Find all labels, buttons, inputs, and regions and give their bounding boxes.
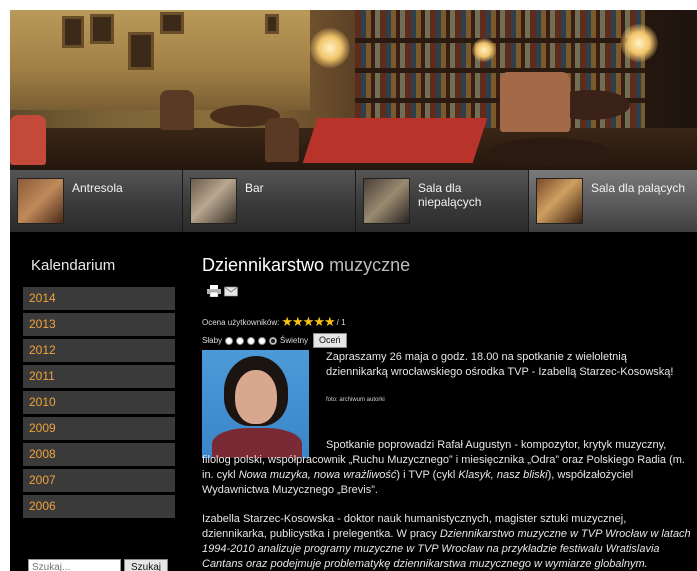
tab-label: Antresola: [72, 181, 123, 195]
vote-radio-2[interactable]: [236, 336, 245, 345]
vote-radio-5[interactable]: [269, 336, 278, 345]
tab-bar[interactable]: Bar: [183, 170, 356, 232]
year-link[interactable]: 2011: [23, 365, 175, 388]
tab-label: Sala dla niepalących: [418, 181, 482, 209]
article-tools: [207, 284, 238, 298]
user-rating: Ocena użytkowników: ★★★★★ / 1: [202, 314, 346, 329]
rating-count: / 1: [336, 317, 346, 327]
vote-high-label: Świetny: [280, 336, 309, 345]
bar-thumbnail: [190, 178, 237, 224]
photo-caption: foto: archiwum autorki: [326, 397, 385, 403]
rating-label: Ocena użytkowników:: [202, 317, 280, 327]
title-part-1: Dziennikarstwo: [202, 255, 325, 275]
vote-radio-4[interactable]: [258, 336, 267, 345]
year-link[interactable]: 2010: [23, 391, 175, 414]
vote-radio-1[interactable]: [225, 336, 234, 345]
text-run-italic: Klasyk, nasz bliski: [458, 469, 548, 481]
vote-form: Słaby Świetny Oceń: [202, 333, 347, 348]
paragraph-2: Spotkanie poprowadzi Rafał Augustyn - ko…: [202, 438, 692, 498]
text-run-italic: Nowa muzyka, nowa wrażliwość: [238, 469, 397, 481]
vote-button[interactable]: Oceń: [313, 333, 347, 348]
tab-antresola[interactable]: Antresola: [10, 170, 183, 232]
lead-paragraph: Zapraszamy 26 maja o godz. 18.00 na spot…: [326, 351, 674, 378]
article: Dziennikarstwo muzyczne Ocena użytkownik…: [200, 232, 697, 571]
antresola-thumbnail: [17, 178, 64, 224]
text-run: ) i TVP (cykl: [396, 469, 459, 481]
year-link[interactable]: 2009: [23, 417, 175, 440]
print-icon[interactable]: [207, 284, 221, 298]
year-link[interactable]: 2006: [23, 495, 175, 518]
title-part-2: muzyczne: [329, 255, 411, 275]
tab-label: Sala dla palących: [591, 181, 686, 195]
tab-sala-palacych[interactable]: Sala dla palących: [529, 170, 697, 232]
search-input[interactable]: [28, 559, 121, 571]
sala-palacych-thumbnail: [536, 178, 583, 224]
year-link[interactable]: 2012: [23, 339, 175, 362]
tab-sala-niepalacych[interactable]: Sala dla niepalących: [356, 170, 529, 232]
sala-niepalacych-thumbnail: [363, 178, 410, 224]
hero-photo: [10, 10, 697, 170]
sidebar-title: Kalendarium: [31, 257, 116, 274]
search-button[interactable]: Szukaj: [124, 559, 168, 571]
paragraph-3: Izabella Starzec-Kosowska - doktor nauk …: [202, 512, 692, 571]
year-link[interactable]: 2008: [23, 443, 175, 466]
article-title: Dziennikarstwo muzyczne: [202, 255, 410, 276]
page-frame: Antresola Bar Sala dla niepalących Sala …: [10, 10, 697, 571]
sidebar: Kalendarium 2014 2013 2012 2011 2010 200…: [22, 232, 176, 571]
email-icon[interactable]: [224, 284, 238, 297]
vote-radio-3[interactable]: [247, 336, 256, 345]
year-link[interactable]: 2014: [23, 287, 175, 310]
vote-low-label: Słaby: [202, 336, 223, 345]
room-tabs: Antresola Bar Sala dla niepalących Sala …: [10, 170, 697, 232]
tab-label: Bar: [245, 181, 264, 195]
star-icon: ★★★★★: [281, 314, 335, 329]
year-link[interactable]: 2007: [23, 469, 175, 492]
year-link[interactable]: 2013: [23, 313, 175, 336]
